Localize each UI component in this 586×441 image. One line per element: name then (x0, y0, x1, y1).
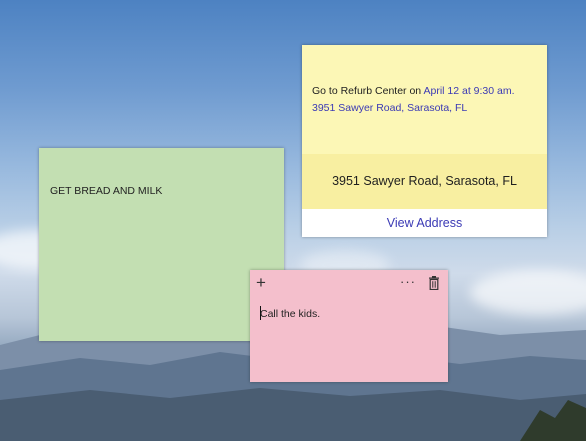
address-card: 3951 Sawyer Road, Sarasota, FL (302, 154, 547, 209)
sticky-note-green[interactable]: GET BREAD AND MILK (39, 148, 284, 341)
note-text[interactable]: Call the kids. (260, 308, 320, 320)
trash-icon[interactable] (428, 276, 440, 290)
date-link[interactable]: April 12 at 9:30 am. (423, 85, 514, 97)
add-note-button[interactable]: + (256, 273, 266, 293)
sticky-note-yellow[interactable]: Go to Refurb Center on April 12 at 9:30 … (302, 45, 547, 237)
view-address-button[interactable]: View Address (302, 209, 547, 237)
sticky-note-pink[interactable]: + ··· Call the kids. (250, 270, 448, 382)
more-options-button[interactable]: ··· (400, 273, 416, 291)
address-card-title: 3951 Sawyer Road, Sarasota, FL (332, 174, 517, 188)
note-text[interactable]: GET BREAD AND MILK (50, 185, 162, 197)
address-link[interactable]: 3951 Sawyer Road, Sarasota, FL (312, 102, 467, 114)
note-text[interactable]: Go to Refurb Center on April 12 at 9:30 … (312, 83, 544, 117)
note-text-prefix: Go to Refurb Center on (312, 85, 424, 97)
